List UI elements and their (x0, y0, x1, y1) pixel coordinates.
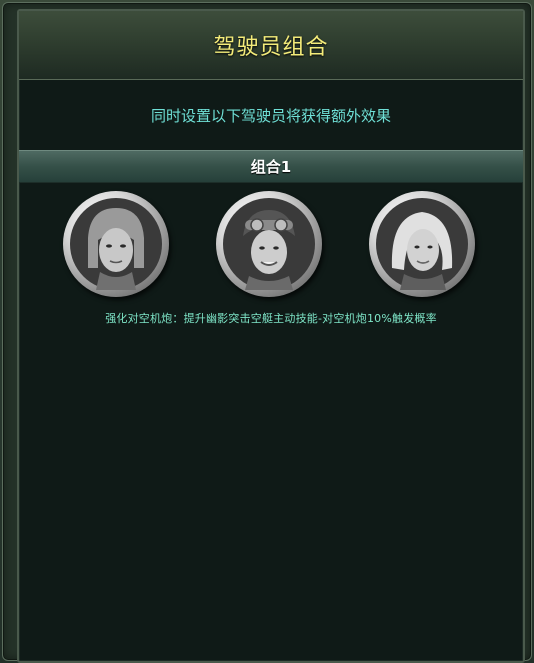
combo-description: 同时设置以下驾驶员将获得额外效果 (150, 106, 391, 125)
combo-title: 组合1 (250, 158, 292, 176)
pilot-portrait-male-goggles-icon (223, 198, 315, 290)
pilot-portrait-3[interactable] (369, 191, 475, 297)
pilot-portrait-female-blonde-icon (376, 198, 468, 290)
pilot-portrait-2[interactable] (216, 191, 322, 297)
window-frame: 驾驶员组合 同时设置以下驾驶员将获得额外效果 组合1 强化对空机炮：提升幽影突击… (2, 2, 532, 663)
pilot-combo-panel: 驾驶员组合 同时设置以下驾驶员将获得额外效果 组合1 强化对空机炮：提升幽影突击… (17, 9, 525, 663)
pilot-portrait-female-helmet-icon (70, 198, 162, 290)
combo-effect-text: 强化对空机炮：提升幽影突击空艇主动技能-对空机炮10%触发概率 (105, 312, 437, 325)
title-bar: 驾驶员组合 (19, 11, 523, 80)
page-title: 驾驶员组合 (213, 35, 329, 60)
combo-header: 组合1 (19, 150, 523, 183)
pilot-portrait-1[interactable] (63, 191, 169, 297)
description-area: 同时设置以下驾驶员将获得额外效果 (19, 80, 523, 150)
